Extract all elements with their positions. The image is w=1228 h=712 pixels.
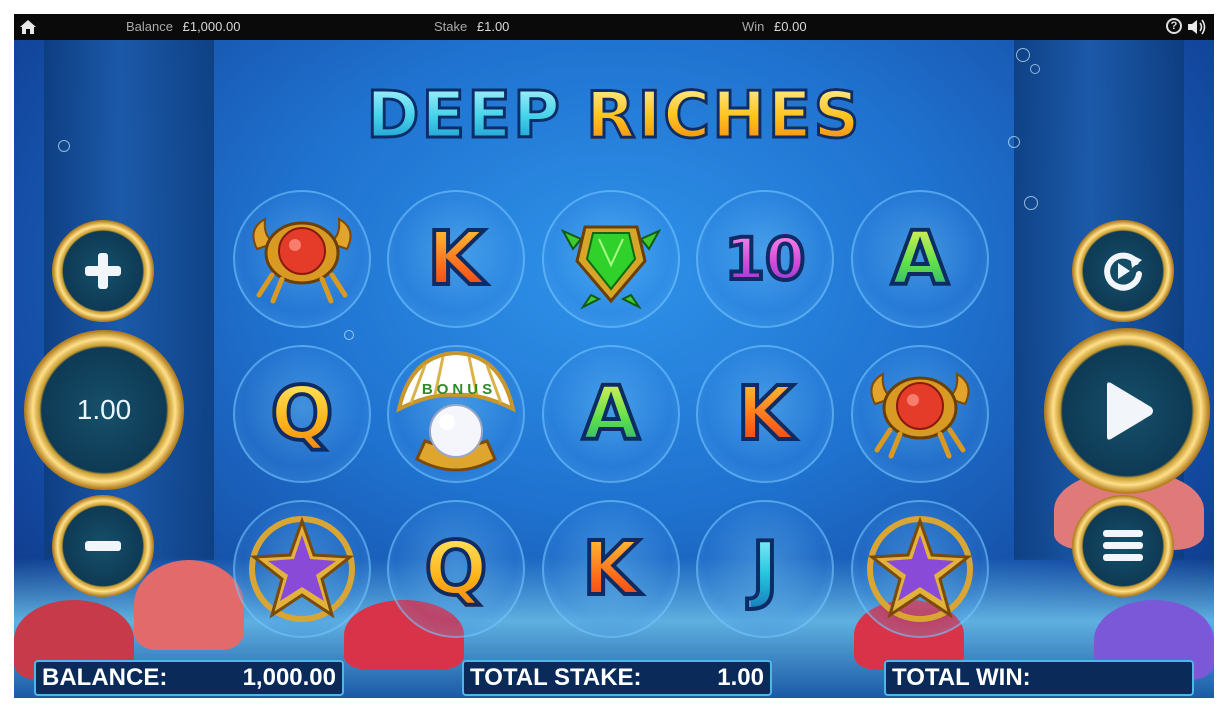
- symbol-k: K: [425, 214, 486, 304]
- top-win: Win £0.00: [742, 19, 807, 34]
- starfish-icon: [249, 516, 355, 622]
- reel-cell-turtle: [542, 190, 680, 328]
- reel-cell-10: 10: [696, 190, 834, 328]
- reel-cell-a: A: [542, 345, 680, 483]
- play-icon: [1107, 382, 1153, 440]
- game-logo: DEEP RICHES: [294, 76, 934, 156]
- bonus-label: BONUS: [421, 381, 497, 398]
- reel-cell-crab: [233, 190, 371, 328]
- sound-icon[interactable]: [1186, 17, 1208, 37]
- logo-word-riches: RICHES: [585, 78, 862, 155]
- total-win-panel: TOTAL WIN:: [884, 660, 1194, 696]
- symbol-a: A: [580, 369, 641, 459]
- underwater-scene: DEEP RICHES K 10 A Q BONUS A K Q K J 1.0…: [14, 40, 1214, 698]
- stake-display: 1.00: [24, 330, 184, 490]
- top-bar: Balance £1,000.00 Stake £1.00 Win £0.00 …: [14, 14, 1214, 40]
- spin-button[interactable]: [1044, 328, 1210, 494]
- menu-button[interactable]: [1072, 495, 1174, 597]
- reel-cell-q: Q: [233, 345, 371, 483]
- logo-word-deep: DEEP: [365, 78, 562, 155]
- coral: [134, 560, 244, 650]
- symbol-q: Q: [423, 524, 490, 614]
- reel-cell-j: J: [696, 500, 834, 638]
- reel-cell-starfish: [851, 500, 989, 638]
- plus-icon: [85, 253, 121, 289]
- top-win-label: Win: [742, 19, 765, 34]
- crab-icon: [252, 217, 352, 304]
- symbol-10: 10: [723, 223, 808, 295]
- top-balance-label: Balance: [126, 19, 173, 34]
- bubble: [1024, 196, 1038, 210]
- bubble: [344, 330, 354, 340]
- top-balance-value: £1,000.00: [182, 19, 241, 34]
- reel-cell-k: K: [696, 345, 834, 483]
- balance-value: 1,000.00: [242, 664, 336, 691]
- reel-cell-k: K: [387, 190, 525, 328]
- increase-stake-button[interactable]: [52, 220, 154, 322]
- minus-icon: [85, 541, 121, 551]
- crab-icon: [870, 372, 970, 459]
- bubble: [1030, 64, 1040, 74]
- turtle-icon: [561, 225, 661, 309]
- top-balance: Balance £1,000.00: [126, 19, 240, 34]
- top-stake: Stake £1.00: [434, 19, 509, 34]
- bubble: [1008, 136, 1020, 148]
- autoplay-button[interactable]: [1072, 220, 1174, 322]
- symbol-k: K: [580, 524, 641, 614]
- total-win-label: TOTAL WIN:: [892, 664, 1031, 691]
- stake-display-value: 1.00: [76, 394, 132, 425]
- decrease-stake-button[interactable]: [52, 495, 154, 597]
- balance-panel: BALANCE: 1,000.00: [34, 660, 344, 696]
- top-stake-value: £1.00: [476, 19, 510, 34]
- total-stake-panel: TOTAL STAKE: 1.00: [462, 660, 772, 696]
- top-win-value: £0.00: [774, 19, 807, 34]
- home-icon[interactable]: [18, 17, 38, 37]
- bonus-shell-icon: [396, 350, 516, 472]
- help-icon[interactable]: ?: [1166, 18, 1182, 34]
- autoplay-icon: [1104, 252, 1142, 291]
- game-frame: Balance £1,000.00 Stake £1.00 Win £0.00 …: [14, 14, 1214, 698]
- starfish-icon: [867, 516, 973, 622]
- total-stake-value: 1.00: [717, 664, 764, 691]
- reel-cell-starfish: [233, 500, 371, 638]
- balance-label: BALANCE:: [42, 664, 168, 691]
- menu-icon: [1103, 530, 1143, 561]
- reel-cell-a: A: [851, 190, 989, 328]
- total-stake-label: TOTAL STAKE:: [470, 664, 642, 691]
- symbol-a: A: [889, 214, 950, 304]
- bubble: [58, 140, 70, 152]
- reel-cell-q: Q: [387, 500, 525, 638]
- top-stake-label: Stake: [434, 19, 468, 34]
- reel-cell-k: K: [542, 500, 680, 638]
- symbol-q: Q: [269, 369, 336, 459]
- symbol-j: J: [749, 524, 780, 614]
- bubble: [1016, 48, 1030, 62]
- symbol-k: K: [734, 369, 795, 459]
- reel-cell-crab: [851, 345, 989, 483]
- reel-cell-bonus: BONUS: [387, 345, 525, 483]
